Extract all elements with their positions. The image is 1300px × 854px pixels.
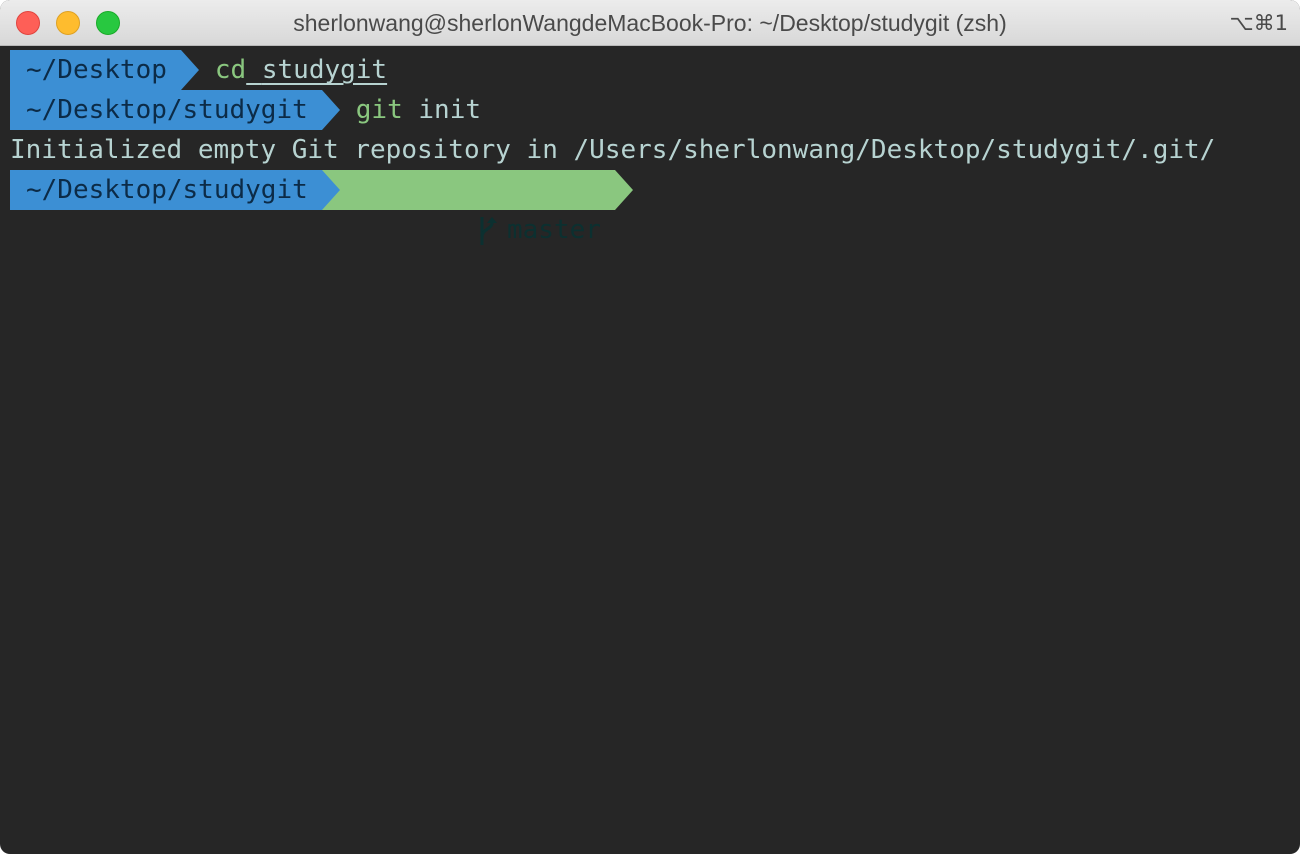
prompt-git-branch: master xyxy=(321,170,634,245)
terminal-window: sherlonwang@sherlonWangdeMacBook-Pro: ~/… xyxy=(0,0,1300,854)
argument-text: studygit xyxy=(261,55,388,85)
prompt-directory: ~/Desktop/studygit xyxy=(10,170,340,210)
window-title: sherlonwang@sherlonWangdeMacBook-Pro: ~/… xyxy=(293,10,1007,36)
command-name: cd xyxy=(214,55,247,85)
title-bar[interactable]: sherlonwang@sherlonWangdeMacBook-Pro: ~/… xyxy=(0,0,1300,46)
prompt-line: ~/Desktop cd studygit xyxy=(10,50,1300,90)
git-branch-icon xyxy=(480,216,497,245)
zoom-button[interactable] xyxy=(96,11,120,35)
command-argument: studygit xyxy=(246,50,387,90)
terminal-content[interactable]: ~/Desktop cd studygit ~/Desktop/studygit… xyxy=(10,50,1300,854)
window-shortcut: ⌥⌘1 xyxy=(1229,11,1288,35)
prompt-line: ~/Desktop/studygit git init xyxy=(10,90,1300,130)
command-argument: init xyxy=(403,90,481,130)
output-line: Initialized empty Git repository in /Use… xyxy=(10,130,1300,170)
argument-text: init xyxy=(418,95,482,125)
branch-name: master xyxy=(507,215,601,245)
command-output: Initialized empty Git repository in /Use… xyxy=(10,135,1216,165)
prompt-line: ~/Desktop/studygit master xyxy=(10,170,1300,245)
prompt-directory: ~/Desktop xyxy=(10,50,199,90)
close-button[interactable] xyxy=(16,11,40,35)
command-name: git xyxy=(355,95,403,125)
prompt-directory: ~/Desktop/studygit xyxy=(10,90,340,130)
minimize-button[interactable] xyxy=(56,11,80,35)
